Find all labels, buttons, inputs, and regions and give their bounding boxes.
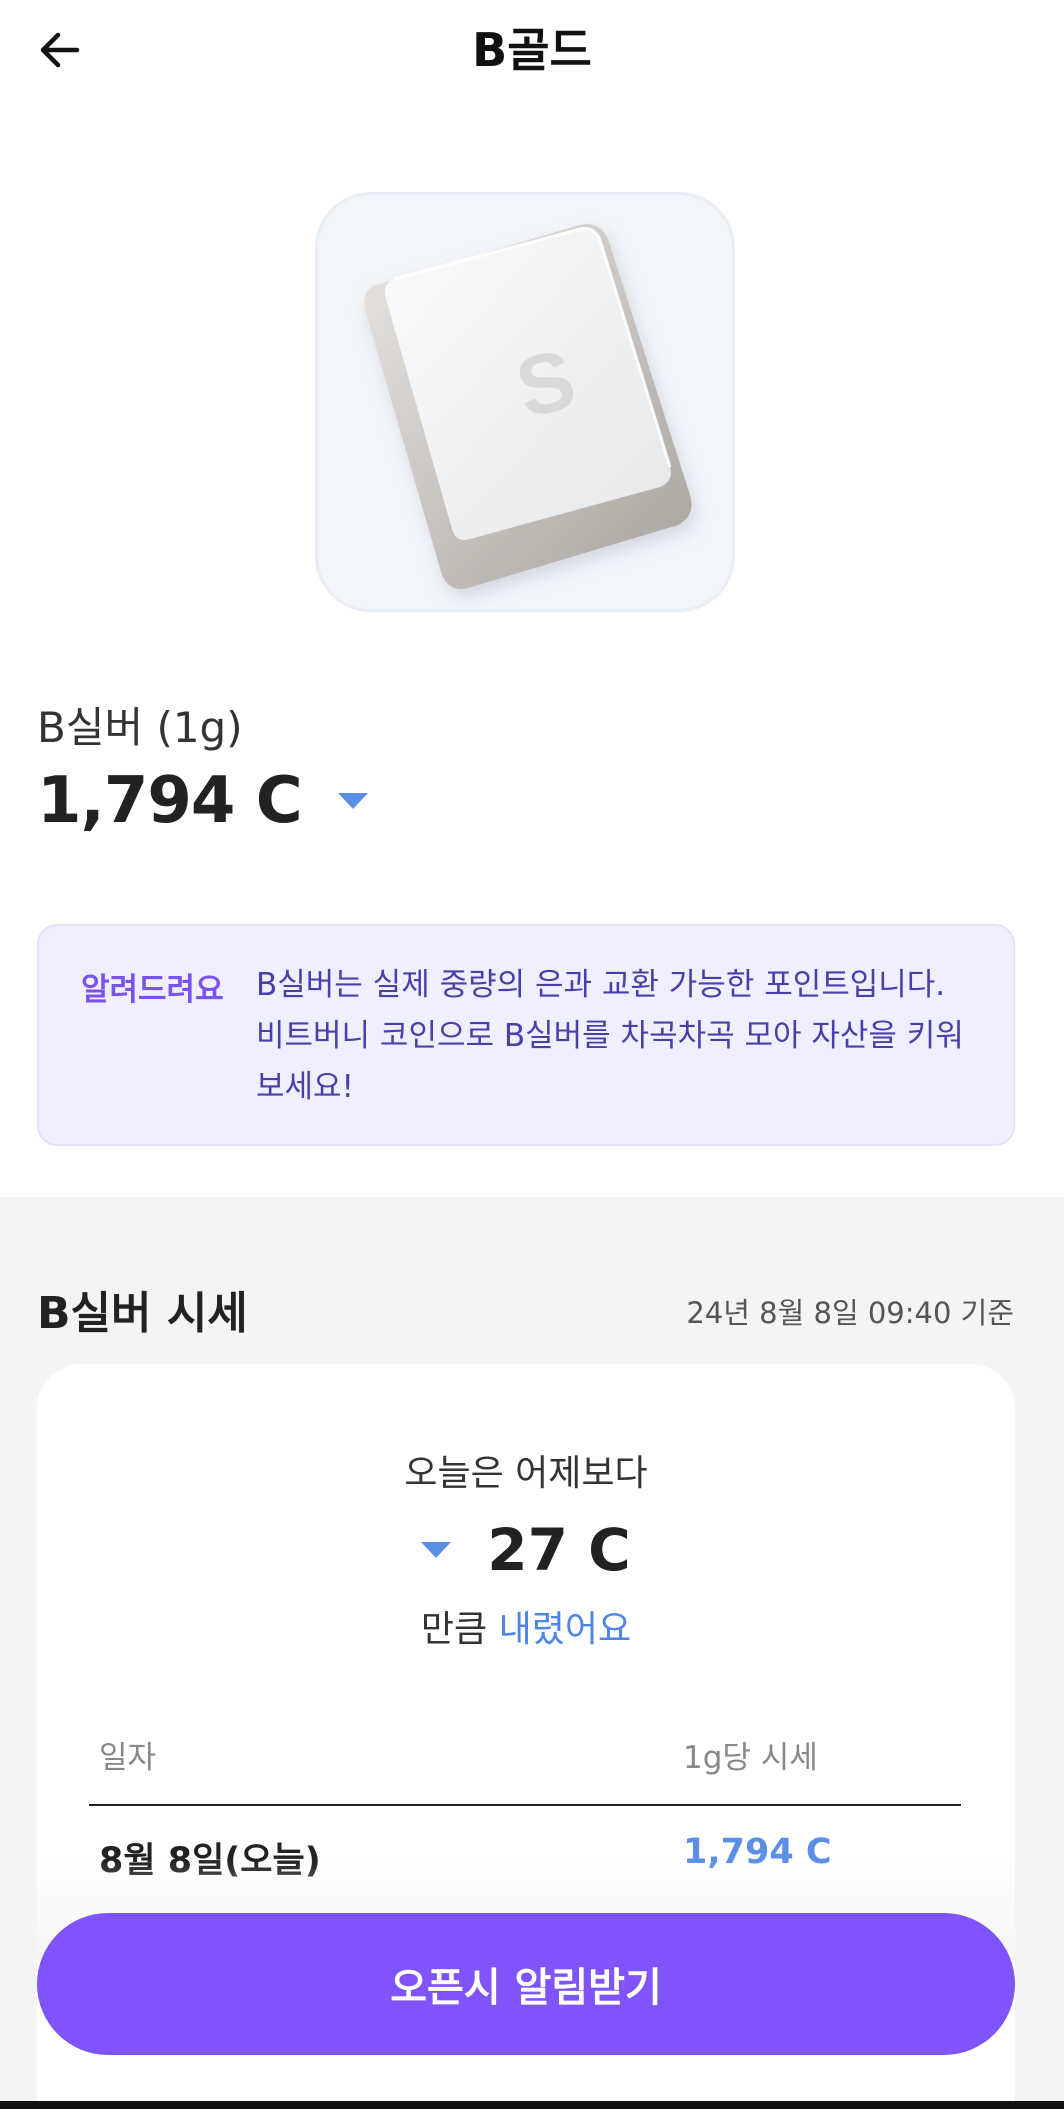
current-price: 1,794 C: [37, 764, 303, 838]
as-of-date: 24년 8월 8일 09:40 기준: [686, 1296, 1014, 1330]
product-name: B실버 (1g): [37, 703, 243, 752]
page-title: B골드: [472, 23, 592, 77]
compare-prefix: 만큼: [420, 1609, 488, 1650]
compare-value: 27 C: [487, 1516, 631, 1584]
compare-direction: 내렸어요: [498, 1609, 632, 1650]
header: B골드: [0, 0, 1064, 96]
table-header: 일자 1g당 시세: [89, 1724, 961, 1806]
compare-row: 27 C: [37, 1516, 1015, 1584]
section-title: B실버 시세: [37, 1288, 248, 1339]
silver-bar-icon: S: [364, 224, 692, 590]
notice-box: 알려드려요 B실버는 실제 중량의 은과 교환 가능한 포인트입니다. 비트버니…: [37, 924, 1015, 1146]
home-indicator: [0, 2101, 1064, 2109]
trend-down-icon: [421, 1542, 452, 1558]
silver-detail-page: B골드 S B실버 (1g) 1,794 C 알려드려요 B실버는 실제 중량의…: [0, 0, 1064, 2109]
product-image: S: [315, 192, 735, 612]
column-header-date: 일자: [99, 1740, 157, 1776]
column-header-price: 1g당 시세: [683, 1740, 818, 1776]
trend-down-icon: [337, 793, 368, 809]
notify-button[interactable]: 오픈시 알림받기: [37, 1913, 1015, 2055]
compare-label: 오늘은 어제보다: [404, 1453, 648, 1494]
compare-sub: 만큼 내렸어요: [37, 1600, 1015, 1652]
price-row: 1,794 C: [37, 764, 368, 838]
notice-text: B실버는 실제 중량의 은과 교환 가능한 포인트입니다. 비트버니 코인으로 …: [256, 967, 964, 1105]
notice-label: 알려드려요: [81, 972, 224, 1008]
